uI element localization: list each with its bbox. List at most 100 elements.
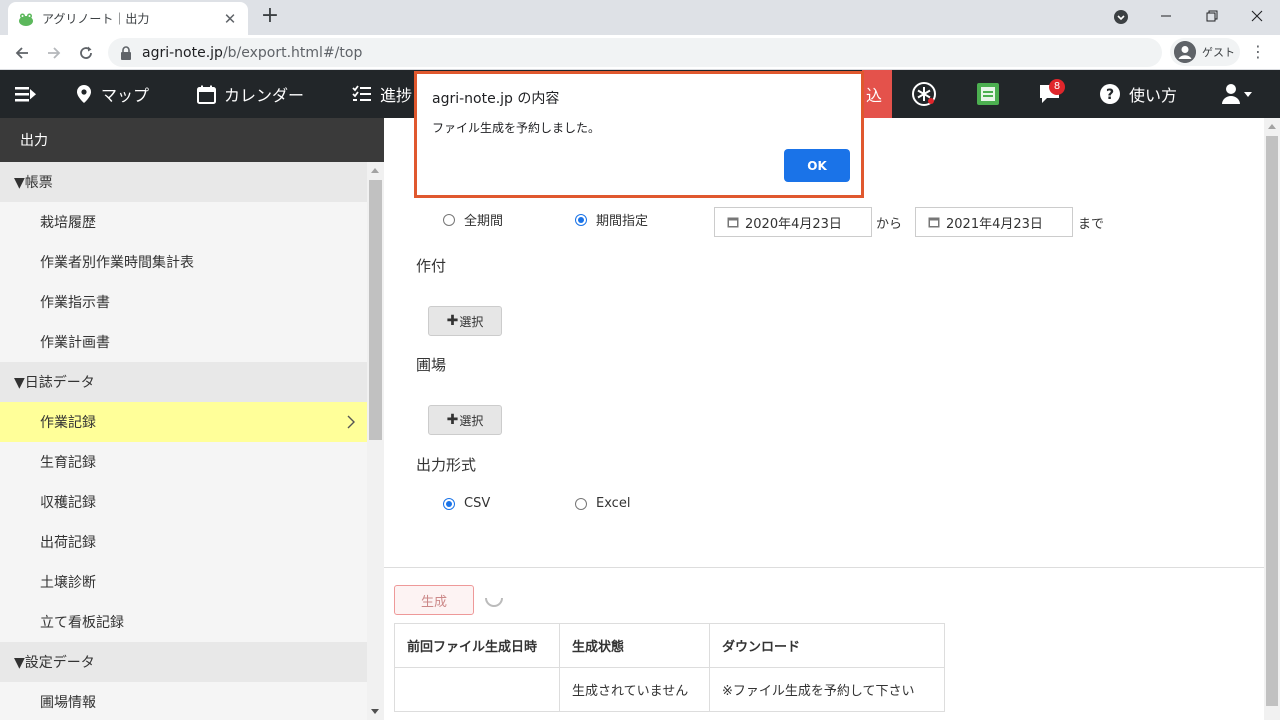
format-csv-label: CSV <box>464 496 491 511</box>
until-label: まで <box>1078 217 1105 232</box>
nav-help-label: 使い方 <box>1129 86 1178 105</box>
reload-icon[interactable] <box>72 39 100 67</box>
chevron-right-icon <box>345 414 357 430</box>
scrollbar-thumb[interactable] <box>369 180 382 440</box>
scroll-down-icon[interactable] <box>371 709 379 714</box>
asterisk-badge-icon[interactable] <box>910 80 938 108</box>
tab-search-icon[interactable] <box>1112 8 1130 26</box>
main-scrollbar[interactable] <box>1264 118 1280 720</box>
date-to-value: 2021年4月23日 <box>946 216 1043 232</box>
sidebar-item-work-plan[interactable]: 作業計画書 <box>0 322 367 362</box>
calendar-icon <box>197 85 216 104</box>
notification-badge: 8 <box>1049 79 1065 95</box>
nav-red-item[interactable]: 込 <box>862 70 892 118</box>
nav-help[interactable]: ? 使い方 <box>1099 70 1177 118</box>
sidebar-item-growth-records[interactable]: 生育記録 <box>0 442 367 482</box>
sidebar-item-work-records[interactable]: 作業記録 <box>0 402 367 442</box>
format-section-title: 出力形式 <box>416 456 477 474</box>
table-header-row: 前回ファイル生成日時 生成状態 ダウンロード <box>394 623 945 668</box>
dialog-ok-button[interactable]: OK <box>784 149 850 182</box>
field-select-button[interactable]: ✚ 選択 <box>428 405 502 435</box>
format-csv-radio[interactable]: CSV <box>443 496 490 511</box>
sidebar-scrollbar[interactable] <box>367 162 384 720</box>
browser-tab-strip: アグリノート｜出力 ✕ + <box>0 0 1280 35</box>
tab-close-icon[interactable]: ✕ <box>222 11 238 27</box>
calendar-small-icon <box>928 216 940 228</box>
sidebar-item-field-info[interactable]: 圃場情報 <box>0 682 367 720</box>
menu-toggle-icon[interactable] <box>14 82 38 106</box>
user-menu-icon[interactable] <box>1218 80 1258 108</box>
col-last-generated: 前回ファイル生成日時 <box>394 623 560 668</box>
nav-map-label: マップ <box>101 86 150 105</box>
scroll-up-icon[interactable] <box>371 168 379 173</box>
avatar-icon <box>1174 41 1196 63</box>
cell-last-generated <box>394 667 560 712</box>
close-window-icon[interactable] <box>1234 0 1280 32</box>
sidebar-item-label: 作業記録 <box>40 415 96 431</box>
date-from-value: 2020年4月23日 <box>745 216 842 232</box>
generation-history-table: 前回ファイル生成日時 生成状態 ダウンロード 生成されていません ※ファイル生成… <box>394 623 945 712</box>
lock-icon <box>120 45 134 60</box>
nav-calendar-label: カレンダー <box>224 86 305 105</box>
period-all-label: 全期間 <box>464 214 504 229</box>
back-icon[interactable] <box>8 39 36 67</box>
nav-progress[interactable]: 進捗 <box>352 70 412 118</box>
url-path: /b/export.html#/top <box>222 44 363 61</box>
plus-icon: ✚ <box>446 313 459 329</box>
radio-circle <box>443 213 455 226</box>
cell-status: 生成されていません <box>559 667 710 712</box>
sidebar-group-settings[interactable]: ▼設定データ <box>0 642 384 682</box>
from-label: から <box>876 217 903 232</box>
generate-button[interactable]: 生成 <box>394 585 474 615</box>
table-row: 生成されていません ※ファイル生成を予約して下さい <box>394 667 945 712</box>
map-pin-icon <box>77 85 91 103</box>
frog-favicon-icon <box>18 11 34 27</box>
sidebar-item-shipping-records[interactable]: 出荷記録 <box>0 522 367 562</box>
nav-calendar[interactable]: カレンダー <box>197 70 304 118</box>
radio-circle-selected <box>575 213 587 226</box>
sidebar-item-signboard-records[interactable]: 立て看板記録 <box>0 602 367 642</box>
field-section-title: 圃場 <box>416 356 447 374</box>
sidebar-item-soil-diagnosis[interactable]: 土壌診断 <box>0 562 367 602</box>
sidebar-group-reports[interactable]: ▼帳票 <box>0 162 384 202</box>
restore-icon[interactable] <box>1189 0 1235 32</box>
radio-circle-selected <box>443 497 455 510</box>
plus-icon: ✚ <box>446 412 459 428</box>
scrollbar-thumb[interactable] <box>1266 136 1278 706</box>
period-all-radio[interactable]: 全期間 <box>443 210 503 229</box>
calendar-small-icon <box>727 216 739 228</box>
sidebar-group-diary[interactable]: ▼日誌データ <box>0 362 384 402</box>
task-list-icon <box>352 85 371 101</box>
crop-select-button[interactable]: ✚ 選択 <box>428 306 502 336</box>
sidebar-item-harvest-records[interactable]: 収穫記録 <box>0 482 367 522</box>
minimize-icon[interactable] <box>1143 0 1189 32</box>
browser-menu-icon[interactable]: ⋮ <box>1248 41 1268 65</box>
sidebar-item-work-instructions[interactable]: 作業指示書 <box>0 282 367 322</box>
help-icon: ? <box>1100 84 1120 104</box>
date-to-field[interactable]: 2021年4月23日 <box>915 207 1073 237</box>
date-from-field[interactable]: 2020年4月23日 <box>714 207 872 237</box>
new-tab-button[interactable]: + <box>258 5 282 29</box>
period-range-radio[interactable]: 期間指定 <box>575 210 648 229</box>
cell-download: ※ファイル生成を予約して下さい <box>709 667 945 712</box>
format-excel-label: Excel <box>596 496 631 511</box>
browser-tab[interactable]: アグリノート｜出力 ✕ <box>8 2 248 35</box>
crop-select-label: 選択 <box>459 314 484 329</box>
dialog-message: ファイル生成を予約しました。 <box>432 121 601 135</box>
svg-text:?: ? <box>1106 87 1114 103</box>
dialog-title: agri-note.jp の内容 <box>432 91 560 107</box>
url-host: agri-note.jp <box>142 44 223 61</box>
nav-map[interactable]: マップ <box>75 70 149 118</box>
section-divider <box>384 567 1264 568</box>
sidebar-item-worker-hours[interactable]: 作業者別作業時間集計表 <box>0 242 367 282</box>
format-excel-radio[interactable]: Excel <box>575 496 630 511</box>
browser-toolbar: agri-note.jp/b/export.html#/top ゲスト ⋮ <box>0 35 1280 70</box>
green-notebook-icon[interactable] <box>974 80 1002 108</box>
loading-spinner-icon <box>484 592 504 608</box>
sidebar-item-cultivation-history[interactable]: 栽培履歴 <box>0 202 367 242</box>
forward-icon[interactable] <box>40 39 68 67</box>
scroll-up-icon[interactable] <box>1268 124 1276 129</box>
profile-button[interactable]: ゲスト <box>1170 38 1240 66</box>
profile-label: ゲスト <box>1202 46 1235 59</box>
address-bar[interactable]: agri-note.jp/b/export.html#/top <box>108 38 1162 67</box>
